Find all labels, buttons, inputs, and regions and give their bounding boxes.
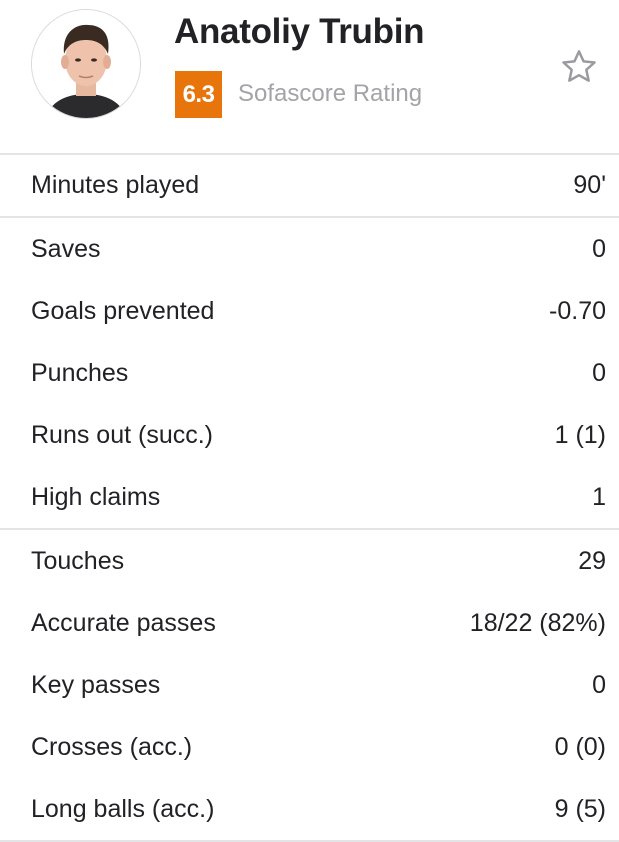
stat-row-accurate-passes: Accurate passes 18/22 (82%) [0,592,619,654]
stat-value: 29 [578,546,606,575]
stat-value: 0 [592,358,606,387]
stat-value: 1 (1) [554,420,606,449]
stat-row-runs-out: Runs out (succ.) 1 (1) [0,404,619,466]
stat-label: Crosses (acc.) [31,732,193,761]
star-outline-icon [562,50,596,82]
stat-row-saves: Saves 0 [0,218,619,280]
stat-label: Long balls (acc.) [31,794,215,823]
favorite-button[interactable] [556,44,602,90]
stat-label: High claims [31,482,161,511]
stat-value: 9 (5) [554,794,606,823]
stat-row-high-claims: High claims 1 [0,466,619,528]
stat-value: 90' [573,170,606,199]
stat-row-crosses: Crosses (acc.) 0 (0) [0,716,619,778]
player-name[interactable]: Anatoliy Trubin [174,12,425,52]
player-header: Anatoliy Trubin 6.3 Sofascore Rating [0,0,619,153]
stat-value: 0 [592,234,606,263]
stat-label: Touches [31,546,125,575]
rating-badge: 6.3 [175,71,222,118]
stat-row-key-passes: Key passes 0 [0,654,619,716]
rating-label: Sofascore Rating [238,80,423,107]
stat-label: Punches [31,358,129,387]
stat-row-goals-prevented: Goals prevented -0.70 [0,280,619,342]
stat-value: 0 [592,670,606,699]
player-photo [32,10,140,118]
stat-label: Key passes [31,670,161,699]
stat-label: Accurate passes [31,608,216,637]
stat-label: Saves [31,234,101,263]
stat-row-punches: Punches 0 [0,342,619,404]
stat-row-touches: Touches 29 [0,530,619,592]
stat-label: Minutes played [31,170,200,199]
stat-label: Runs out (succ.) [31,420,214,449]
stat-value: 0 (0) [554,732,606,761]
stat-row-long-balls: Long balls (acc.) 9 (5) [0,778,619,840]
stat-value: 18/22 (82%) [469,608,606,637]
stat-label: Goals prevented [31,296,215,325]
stat-row-minutes-played: Minutes played 90' [0,154,619,216]
stat-value: 1 [592,482,606,511]
stat-value: -0.70 [549,296,606,325]
avatar[interactable] [31,9,141,119]
